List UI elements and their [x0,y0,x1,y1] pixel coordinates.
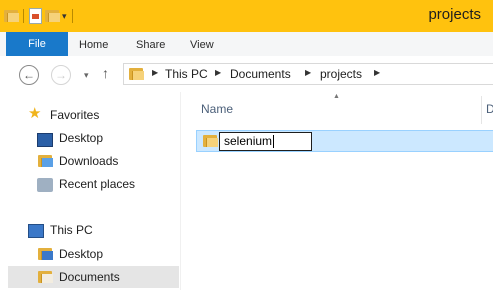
explorer-folder-icon[interactable] [4,10,19,22]
forward-arrow-icon: → [55,68,67,82]
sidebar-item-label: Documents [59,270,120,284]
column-header-row: ▲ Name D [181,92,493,126]
computer-icon [28,224,44,238]
breadcrumb-documents[interactable]: Documents [230,67,291,81]
up-button[interactable]: ↑ [102,65,109,81]
navigation-bar: ← → ▾ ↑ ▶ This PC ▶ Documents ▶ projects… [0,56,493,92]
breadcrumb-chevron-icon[interactable]: ▶ [215,68,221,77]
folder-icon [203,135,218,147]
address-bar[interactable]: ▶ This PC ▶ Documents ▶ projects ▶ [123,63,493,85]
title-bar: ▾ projects [0,0,493,32]
sidebar-item-this-pc[interactable]: This PC [0,219,180,241]
recent-locations-dropdown-icon[interactable]: ▾ [84,70,89,81]
location-folder-icon [129,68,144,80]
documents-folder-icon [38,271,53,283]
text-cursor [273,135,275,149]
sidebar-item-desktop-pc[interactable]: Desktop [0,243,180,265]
recent-places-icon [37,178,53,192]
list-item[interactable]: selenium 5 [196,130,493,152]
tab-file[interactable]: File [6,32,68,56]
navigation-pane: ★ Favorites Desktop Downloads Recent pla… [0,92,181,290]
tab-home[interactable]: Home [79,32,108,56]
rename-input-text: selenium [224,134,273,148]
breadcrumb-chevron-icon[interactable]: ▶ [152,68,158,77]
desktop-icon [37,133,53,147]
ribbon-tabs: File Home Share View [0,32,493,57]
sidebar-item-label: This PC [50,223,93,237]
rename-input[interactable]: selenium [219,132,312,151]
desktop-folder-icon [38,248,53,260]
sidebar-item-downloads[interactable]: Downloads [0,150,180,172]
breadcrumb-this-pc[interactable]: This PC [165,67,208,81]
tab-share[interactable]: Share [136,32,165,56]
breadcrumb-chevron-icon[interactable]: ▶ [374,68,380,77]
back-arrow-icon: ← [23,68,35,82]
sidebar-item-label: Recent places [59,177,136,191]
new-folder-icon[interactable] [45,10,60,22]
tab-view[interactable]: View [190,32,214,56]
sidebar-item-label: Favorites [50,108,100,122]
properties-icon[interactable] [29,8,42,24]
sidebar-item-documents[interactable]: Documents [8,266,179,288]
customize-toolbar-dropdown-icon[interactable]: ▾ [62,11,67,22]
downloads-folder-icon [38,155,53,167]
sidebar-item-label: Downloads [59,154,119,168]
window-title: projects [428,6,481,23]
sidebar-item-favorites[interactable]: ★ Favorites [0,104,180,126]
forward-button[interactable]: → [51,65,71,85]
quick-access-toolbar: ▾ [4,7,75,25]
breadcrumb-chevron-icon[interactable]: ▶ [305,68,311,77]
column-divider[interactable] [481,96,482,124]
toolbar-divider [71,9,73,23]
sidebar-item-label: Desktop [59,131,104,145]
sort-ascending-icon: ▲ [333,93,340,100]
sidebar-item-label: Desktop [59,247,104,261]
column-header-name[interactable]: Name [201,102,233,116]
back-button[interactable]: ← [19,65,39,85]
breadcrumb-projects[interactable]: projects [320,67,362,81]
column-header-date[interactable]: D [486,102,493,116]
sidebar-item-recent-places[interactable]: Recent places [0,173,180,195]
sidebar-item-desktop[interactable]: Desktop [0,127,180,149]
toolbar-divider [23,9,24,23]
star-icon: ★ [28,105,42,122]
file-list: ▲ Name D selenium 5 [181,92,493,290]
